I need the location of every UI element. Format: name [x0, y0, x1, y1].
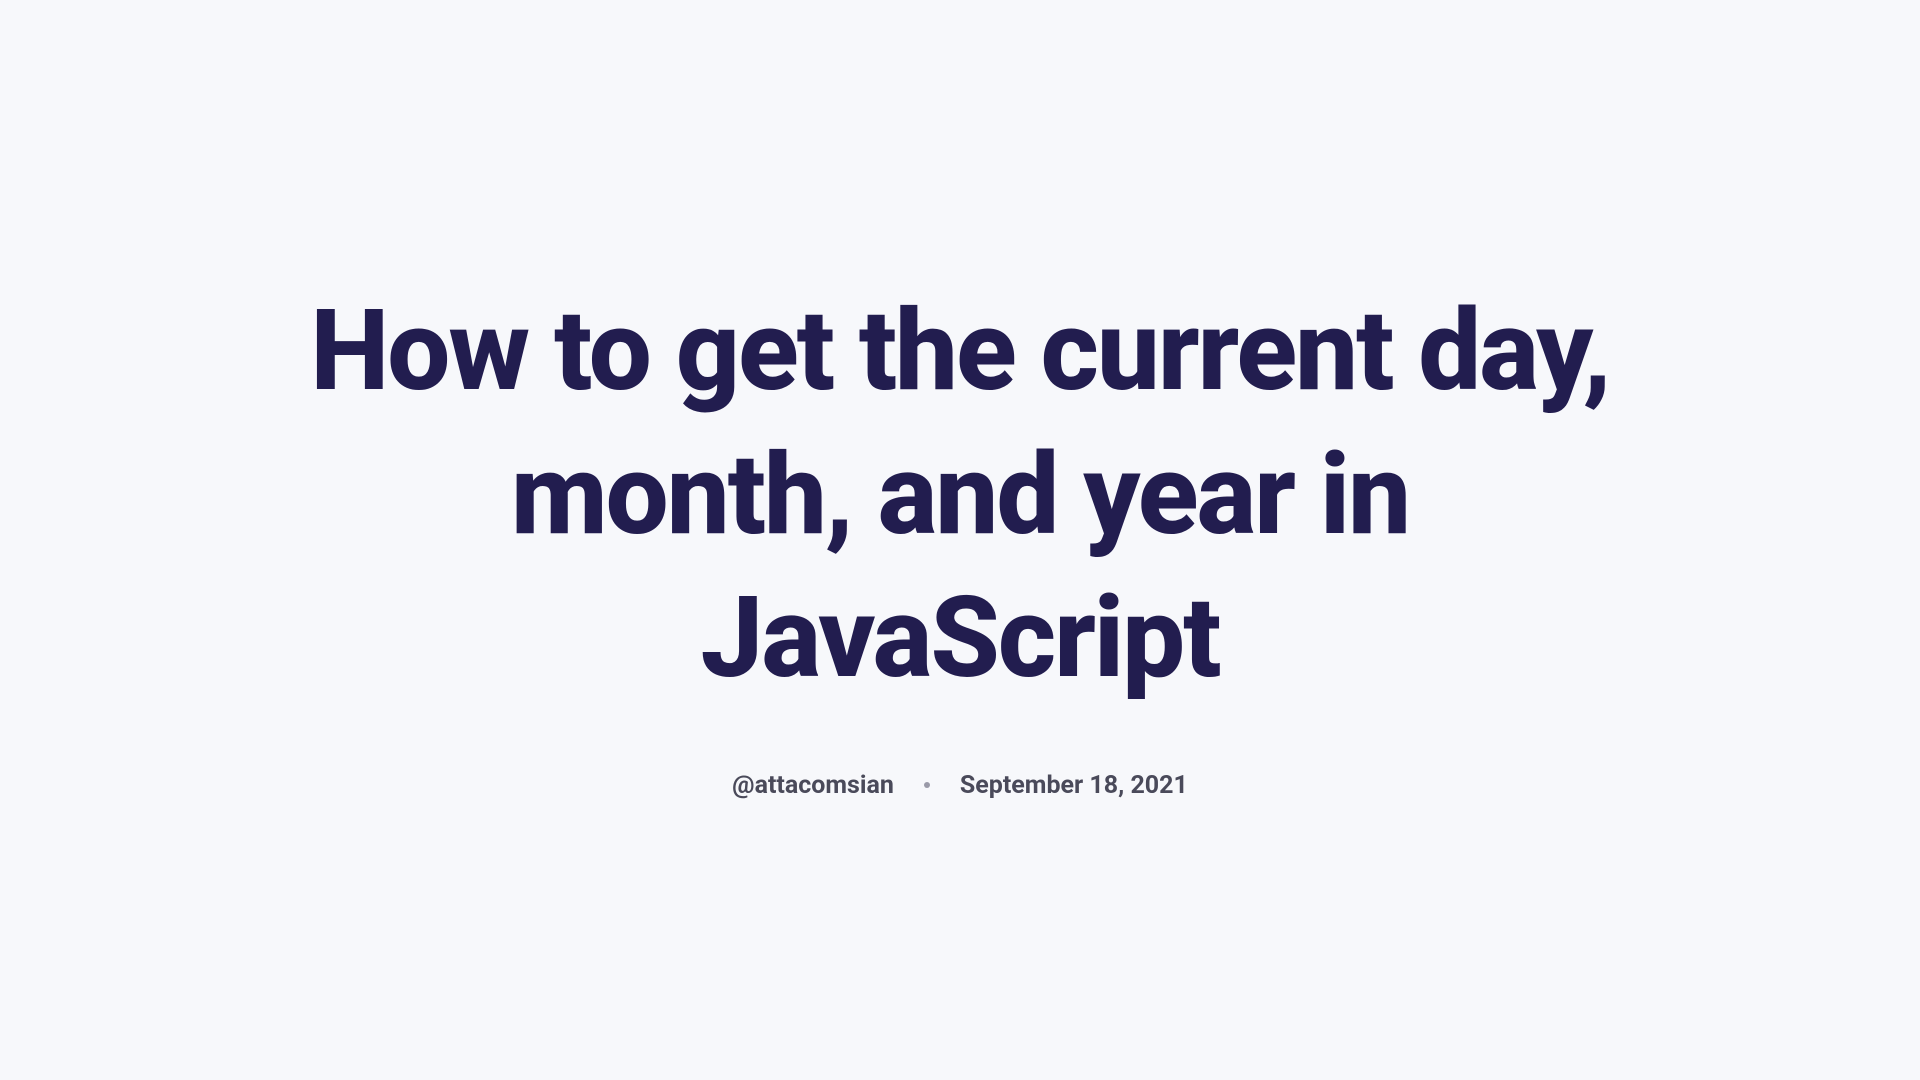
meta-separator [924, 782, 930, 788]
publish-date: September 18, 2021 [960, 771, 1188, 800]
article-header: How to get the current day, month, and y… [310, 280, 1610, 799]
article-title: How to get the current day, month, and y… [310, 280, 1610, 710]
article-meta: @attacomsian September 18, 2021 [310, 771, 1610, 800]
author-handle: @attacomsian [732, 771, 894, 800]
